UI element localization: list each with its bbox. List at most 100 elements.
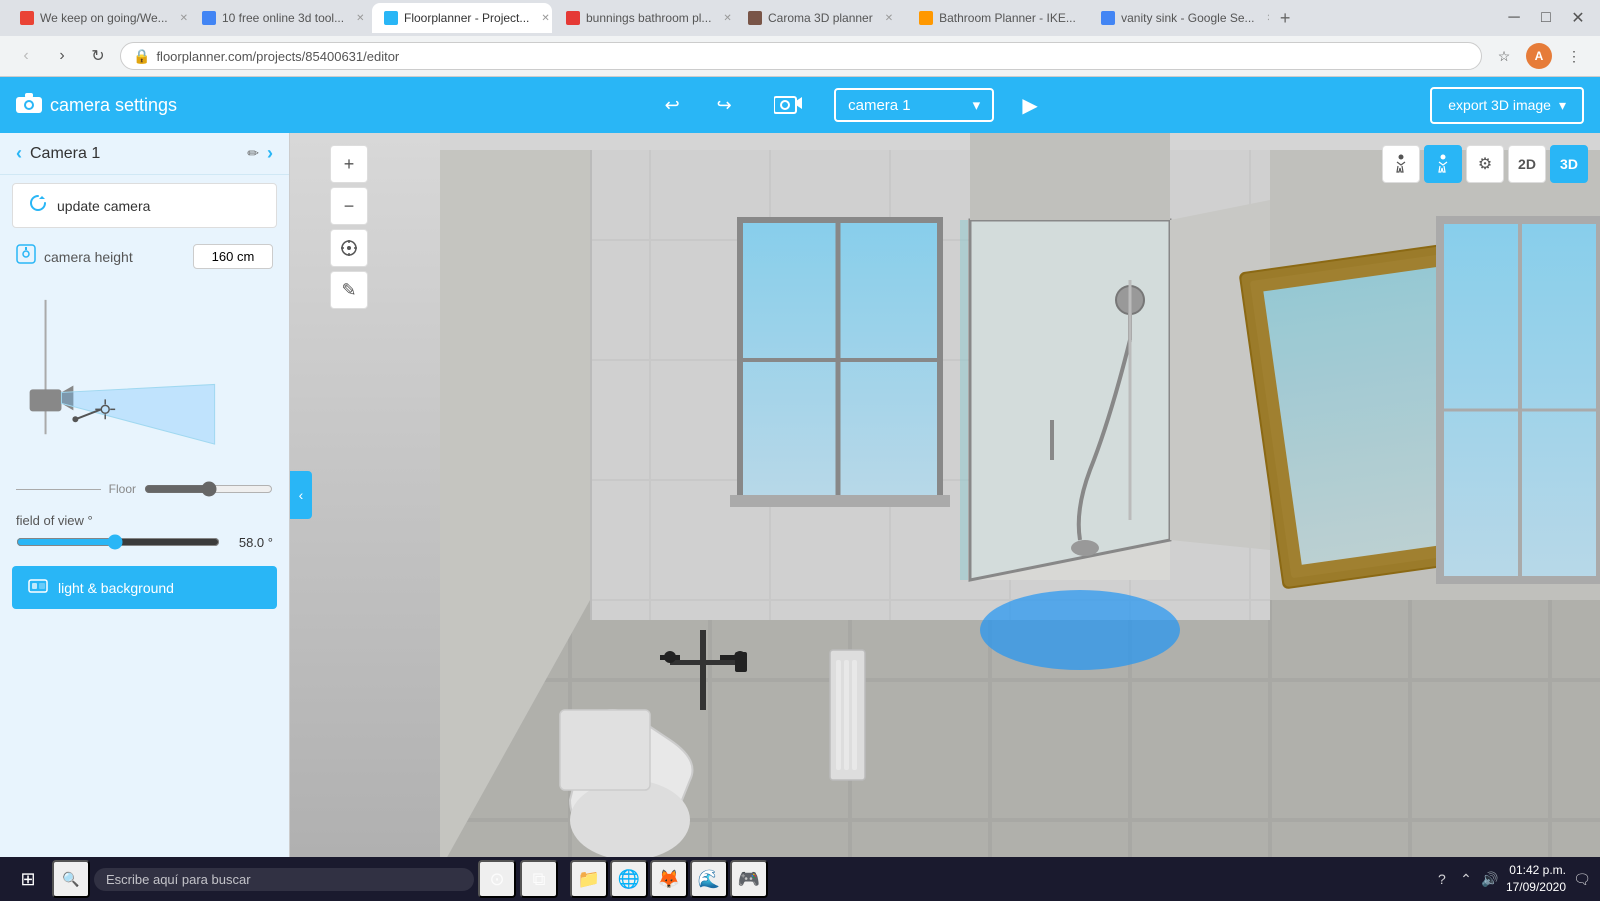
undo-button[interactable]: ↩: [654, 87, 690, 123]
tab-label-caroma: Caroma 3D planner: [768, 11, 873, 25]
play-button[interactable]: ▶: [1010, 85, 1050, 125]
taskbar-files-button[interactable]: 📁: [570, 860, 608, 898]
minimize-button[interactable]: ─: [1500, 4, 1528, 32]
taskbar-firefox-button[interactable]: 🦊: [650, 860, 688, 898]
tab-label-ikea: Bathroom Planner - IKE...: [939, 11, 1076, 25]
tab-favicon-caroma: [748, 11, 762, 25]
update-camera-button[interactable]: update camera: [12, 183, 277, 228]
url-text: floorplanner.com/projects/85400631/edito…: [156, 49, 399, 64]
taskbar-system-icons: ? ⌃ 🔊: [1432, 869, 1500, 889]
person-view-button[interactable]: [1424, 145, 1462, 183]
recenter-button[interactable]: [330, 229, 368, 267]
address-bar[interactable]: 🔒 floorplanner.com/projects/85400631/edi…: [120, 42, 1482, 70]
refresh-icon: [29, 194, 47, 217]
camera-dropdown-icon: ▾: [973, 96, 981, 114]
tab-close-google[interactable]: ✕: [1267, 13, 1270, 24]
floor-slider[interactable]: [144, 481, 273, 497]
taskbar-search-bar[interactable]: [94, 868, 474, 891]
new-tab-button[interactable]: +: [1271, 4, 1299, 32]
start-button[interactable]: ⊞: [8, 861, 48, 897]
tab-label-bunnings: bunnings bathroom pl...: [586, 11, 711, 25]
light-background-button[interactable]: light & background: [12, 566, 277, 609]
camera-next-button[interactable]: ›: [267, 143, 273, 164]
tab-gmail[interactable]: We keep on going/We... ✕: [8, 3, 188, 33]
viewport-toolbar: ⚙ 2D 3D: [1382, 145, 1588, 183]
tab-favicon-bunnings: [566, 11, 580, 25]
fov-section: field of view ° 58.0 °: [0, 505, 289, 558]
tab-floorplanner[interactable]: Floorplanner - Project... ✕: [372, 3, 552, 33]
camera-height-row: camera height: [0, 236, 289, 277]
taskbar-search-button[interactable]: 🔍: [52, 860, 90, 898]
tab-close-gmail[interactable]: ✕: [180, 13, 188, 24]
camera-settings-icon: [16, 91, 42, 119]
redo-button[interactable]: ↪: [706, 87, 742, 123]
camera-edit-icon[interactable]: ✏: [247, 145, 259, 162]
tab-close-bunnings[interactable]: ✕: [723, 13, 731, 24]
camera-prev-button[interactable]: ‹: [16, 143, 22, 164]
taskbar-notification-icon[interactable]: 🗨: [1572, 869, 1592, 889]
tab-close-caroma[interactable]: ✕: [885, 13, 893, 24]
mode-3d-button[interactable]: 3D: [1550, 145, 1588, 183]
taskbar-extra-button[interactable]: 🎮: [730, 860, 768, 898]
tab-3dtools[interactable]: 10 free online 3d tool... ✕: [190, 3, 370, 33]
walk-mode-button[interactable]: [1382, 145, 1420, 183]
taskbar-chrome-button[interactable]: 🌐: [610, 860, 648, 898]
update-camera-label: update camera: [57, 198, 150, 214]
taskbar-right: ? ⌃ 🔊 01:42 p.m. 17/09/2020 🗨: [1432, 862, 1592, 896]
taskbar-edge-button[interactable]: 🌊: [690, 860, 728, 898]
fov-label: field of view °: [16, 513, 273, 528]
zoom-out-button[interactable]: −: [330, 187, 368, 225]
tab-bar: We keep on going/We... ✕ 10 free online …: [0, 0, 1600, 36]
main-content: ‹ Camera 1 ✏ › update camera: [0, 133, 1600, 857]
taskbar: ⊞ 🔍 ⊙ ⧉ 📁 🌐 🦊 🌊 🎮 ? ⌃ 🔊 01:42 p.m. 17/09…: [0, 857, 1600, 901]
reload-button[interactable]: ↻: [84, 42, 112, 70]
tab-favicon-ikea: [919, 11, 933, 25]
taskbar-task-view-button[interactable]: ⧉: [520, 860, 558, 898]
tab-caroma[interactable]: Caroma 3D planner ✕: [736, 3, 905, 33]
more-button[interactable]: ⋮: [1560, 42, 1588, 70]
back-button[interactable]: ‹: [12, 42, 40, 70]
light-bg-icon: [28, 576, 48, 599]
settings-view-button[interactable]: ⚙: [1466, 145, 1504, 183]
scene-background: [290, 133, 1600, 857]
taskbar-time-text: 01:42 p.m.: [1506, 862, 1566, 879]
bathroom-scene-svg: [290, 133, 1600, 857]
user-avatar[interactable]: A: [1526, 43, 1552, 69]
collapse-icon: ‹: [299, 487, 304, 503]
camera-name: Camera 1: [30, 145, 239, 163]
tab-label-google: vanity sink - Google Se...: [1121, 11, 1254, 25]
tab-close-floorplanner[interactable]: ✕: [541, 13, 549, 24]
light-bg-label: light & background: [58, 580, 174, 596]
taskbar-search-input[interactable]: [106, 872, 462, 887]
maximize-button[interactable]: □: [1532, 4, 1560, 32]
camera-selector-label: camera 1: [848, 97, 911, 114]
camera-diagram-svg: [15, 285, 275, 469]
forward-button[interactable]: ›: [48, 42, 76, 70]
tab-label-3dtools: 10 free online 3d tool...: [222, 11, 344, 25]
viewport: ‹ + − ✎: [290, 133, 1600, 857]
tab-favicon-gmail: [20, 11, 34, 25]
toolbar-center: ↩ ↪ camera 1 ▾ ▶: [290, 85, 1414, 125]
app-container: camera settings ↩ ↪ camera 1 ▾ ▶ export …: [0, 77, 1600, 901]
tab-favicon-google: [1101, 11, 1115, 25]
tab-label-floorplanner: Floorplanner - Project...: [404, 11, 529, 25]
export-button[interactable]: export 3D image ▾: [1430, 87, 1584, 124]
mode-2d-button[interactable]: 2D: [1508, 145, 1546, 183]
camera-height-input[interactable]: [193, 244, 273, 269]
tab-bunnings[interactable]: bunnings bathroom pl... ✕: [554, 3, 734, 33]
zoom-in-button[interactable]: +: [330, 145, 368, 183]
taskbar-cortana-button[interactable]: ⊙: [478, 860, 516, 898]
collapse-panel-button[interactable]: ‹: [290, 471, 312, 519]
bookmark-button[interactable]: ☆: [1490, 42, 1518, 70]
tab-ikea[interactable]: Bathroom Planner - IKE... ✕: [907, 3, 1087, 33]
pen-tool-button[interactable]: ✎: [330, 271, 368, 309]
taskbar-caret-icon: ⌃: [1456, 869, 1476, 889]
camera-selector[interactable]: camera 1 ▾: [834, 88, 994, 122]
close-button[interactable]: ✕: [1564, 4, 1592, 32]
tab-close-3dtools[interactable]: ✕: [356, 13, 364, 24]
fov-slider[interactable]: [16, 534, 220, 550]
tab-favicon-floorplanner: [384, 11, 398, 25]
camera-height-icon: [16, 244, 36, 269]
tab-google[interactable]: vanity sink - Google Se... ✕: [1089, 3, 1269, 33]
floor-label: Floor: [109, 482, 136, 496]
